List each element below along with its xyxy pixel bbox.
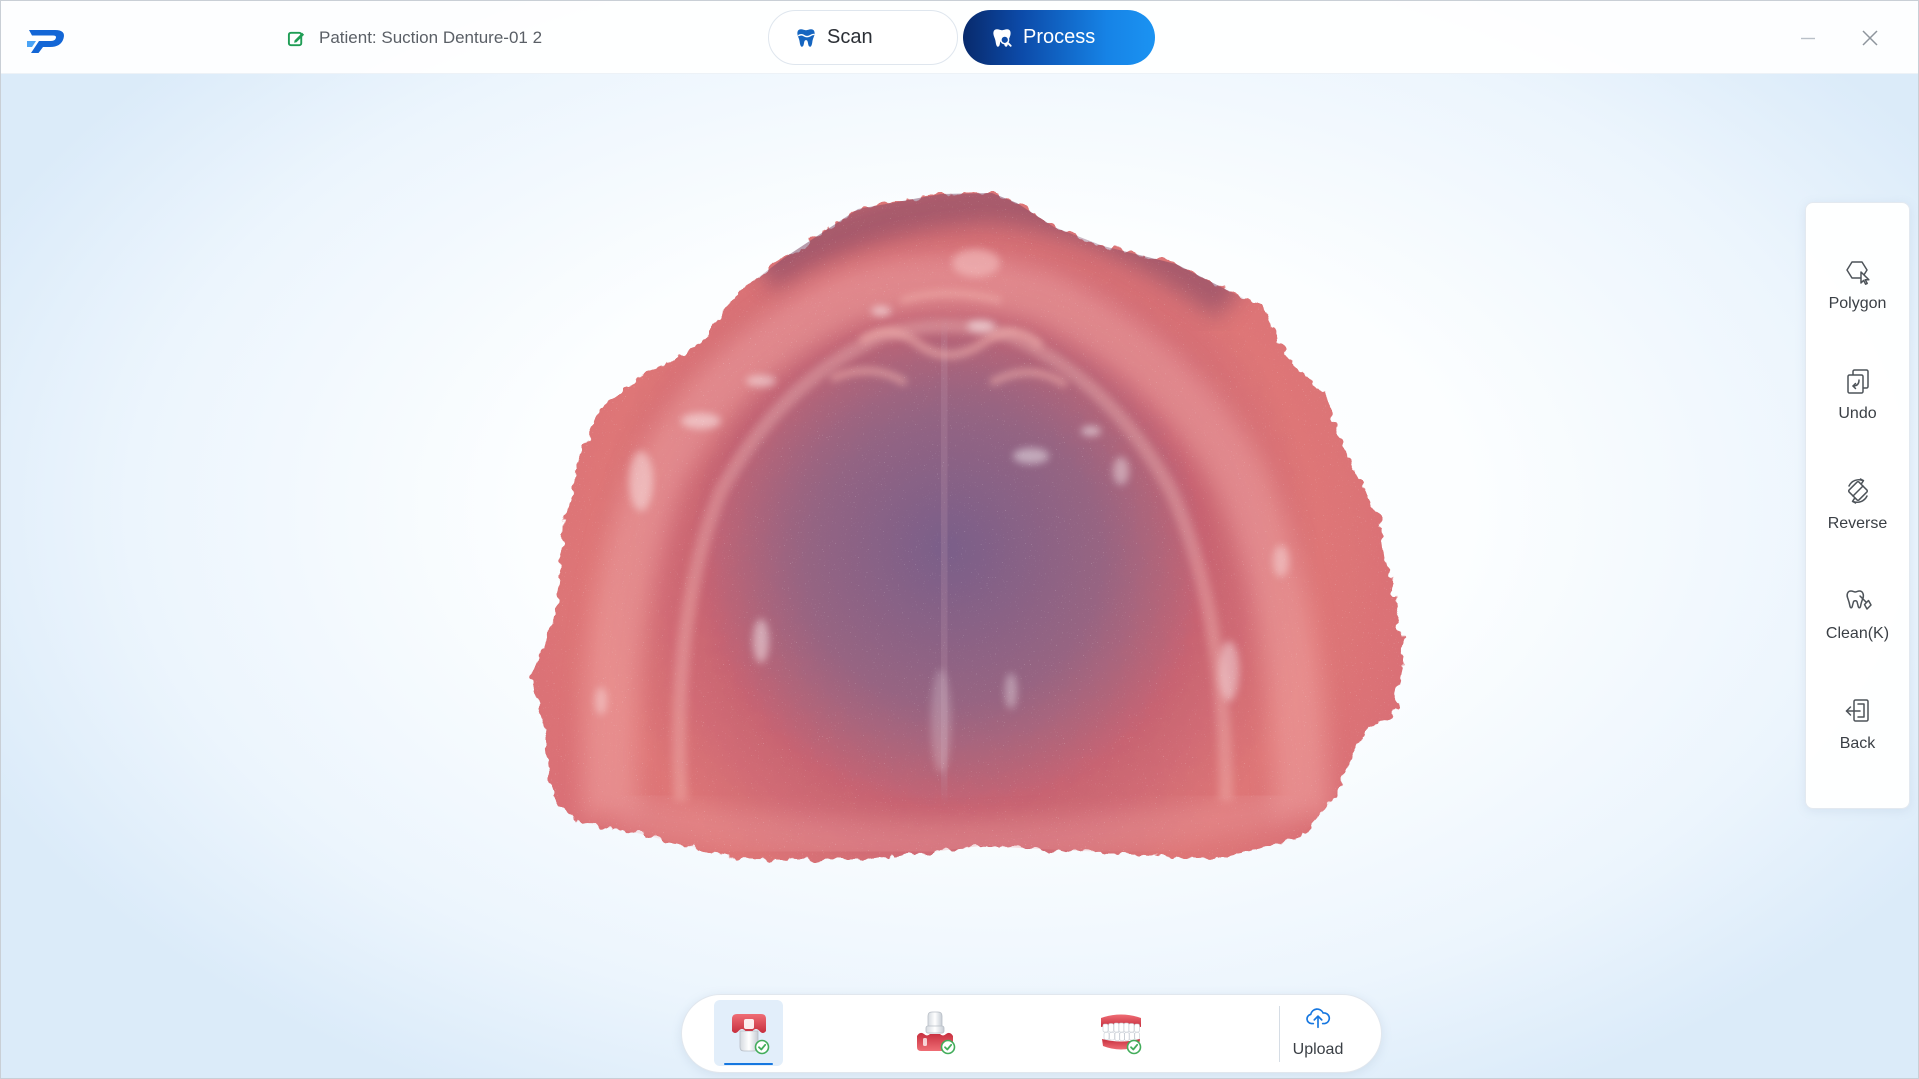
tooth: [1118, 1022, 1124, 1033]
back-tool-label: Back: [1839, 735, 1876, 752]
tab-process[interactable]: Process: [963, 10, 1155, 65]
check-circle: [754, 1039, 769, 1055]
gum-highlight: [922, 1038, 927, 1046]
clean-tool-label: Clean(K): [1825, 625, 1890, 642]
reverse-icon: [1847, 478, 1868, 504]
tooth-scan-icon: [797, 28, 815, 47]
close-button[interactable]: [1858, 26, 1882, 50]
patient-name: Suction Denture-01 2: [381, 28, 543, 47]
upload-button[interactable]: Upload: [1282, 1001, 1354, 1067]
patient-text: Patient: Suction Denture-01 2: [319, 28, 542, 48]
occlusion-step-button[interactable]: [1086, 1000, 1155, 1066]
edit-icon-pencil: [294, 32, 305, 43]
arc-top-head: [1859, 478, 1864, 485]
undo-icon: [1846, 369, 1869, 394]
tooth: [1133, 1032, 1140, 1040]
check-circle: [1126, 1039, 1141, 1055]
clean-tool-button[interactable]: Clean(K): [1806, 582, 1909, 692]
tab-scan[interactable]: Scan: [768, 10, 958, 65]
patient-info[interactable]: Patient: Suction Denture-01 2: [287, 26, 542, 50]
polygon-tool-button[interactable]: Polygon: [1806, 252, 1909, 362]
selected-step-indicator: [724, 1063, 773, 1065]
tab-scan-label: Scan: [827, 26, 873, 48]
completed-check-icon: [1126, 1039, 1141, 1055]
cloud-upload-icon: [1306, 1008, 1331, 1029]
back-tool-button[interactable]: Back: [1806, 692, 1909, 802]
workflow-toolbar: Upload: [681, 994, 1382, 1073]
diagonal: [1851, 485, 1864, 497]
reverse-tool-button[interactable]: Reverse: [1806, 472, 1909, 582]
tooth: [1113, 1022, 1119, 1033]
lower-jaw-icon: [916, 1011, 955, 1055]
occlusion-icon: [1100, 1014, 1141, 1055]
tooth: [1123, 1022, 1129, 1033]
sleeve: [743, 1019, 754, 1029]
clean-icon: [1845, 590, 1872, 610]
tooth-outline: [1845, 590, 1864, 609]
tooth: [1128, 1032, 1135, 1041]
back-icon: [1845, 699, 1869, 722]
upper-jaw-step-button[interactable]: [714, 1000, 783, 1066]
undo-tool-label: Undo: [1838, 405, 1877, 422]
polygon-tool-label: Polygon: [1828, 295, 1887, 312]
completed-check-icon: [940, 1039, 955, 1055]
palate-shading: [530, 193, 1404, 861]
edit-icon[interactable]: [287, 29, 306, 48]
tooth: [1118, 1032, 1125, 1041]
toolbar-divider: [1279, 1006, 1280, 1062]
app-window: Patient: Suction Denture-01 2 Scan Proce…: [0, 0, 1919, 1079]
post-collar: [925, 1025, 944, 1034]
check-circle: [940, 1039, 955, 1055]
magnifier-handle: [1006, 41, 1012, 47]
tooth: [1133, 1023, 1140, 1033]
tooth: [1102, 1023, 1108, 1033]
arc-bottom-head: [1851, 497, 1856, 504]
palate-texture: [530, 193, 1404, 861]
palate-scan-model: [530, 193, 1404, 861]
tooth: [1108, 1032, 1115, 1041]
tooth-shape: [797, 28, 815, 47]
tooth: [1123, 1032, 1129, 1041]
title-bar: Patient: Suction Denture-01 2 Scan Proce…: [1, 1, 1918, 74]
app-logo-icon: [27, 30, 64, 53]
tooth-process-icon: [993, 28, 1012, 47]
minimize-button[interactable]: [1796, 26, 1820, 50]
tooth: [1128, 1023, 1134, 1033]
close-icon: [1862, 30, 1878, 46]
close-cross: [1862, 30, 1878, 46]
minimize-icon: [1801, 37, 1815, 40]
upload-label: Upload: [1292, 1041, 1344, 1058]
upper-jaw-icon: [731, 1014, 769, 1055]
lower-jaw-step-button[interactable]: [900, 1000, 969, 1066]
completed-check-icon: [754, 1039, 769, 1055]
logo-accent: [27, 41, 36, 47]
3d-viewport[interactable]: [1, 1, 1919, 1079]
polygon-select-icon: [1845, 261, 1870, 285]
side-toolbar: Polygon Undo Reverse Clean(K) Back: [1805, 202, 1910, 809]
lower-teeth: [1103, 1032, 1140, 1041]
undo-tool-button[interactable]: Undo: [1806, 362, 1909, 472]
tooth: [1107, 1023, 1114, 1033]
tooth: [1114, 1032, 1120, 1041]
tooth: [1103, 1032, 1109, 1040]
upper-teeth: [1102, 1022, 1140, 1033]
reverse-tool-label: Reverse: [1827, 515, 1888, 532]
patient-label: Patient:: [319, 28, 377, 47]
tab-process-label: Process: [1023, 26, 1096, 48]
